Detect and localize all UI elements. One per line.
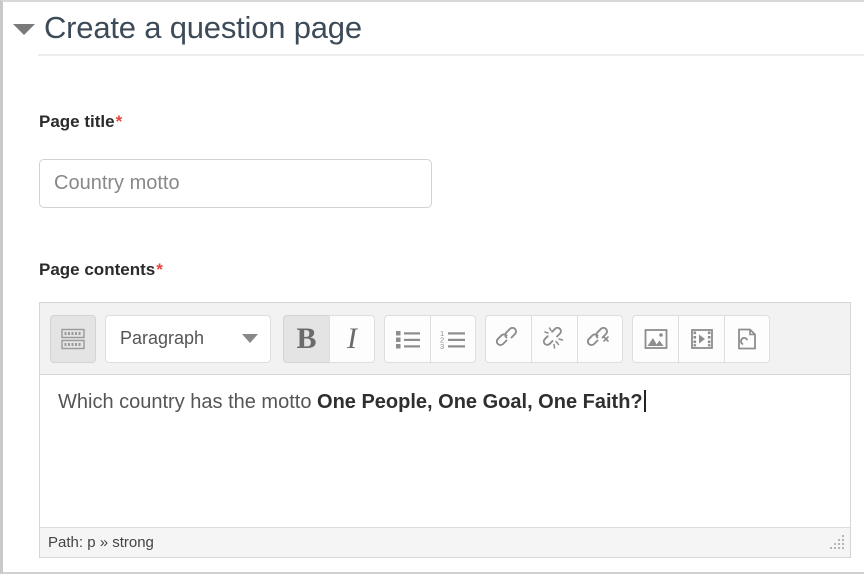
unlink-button[interactable]	[531, 314, 577, 363]
editor-status-bar: Path: p » strong	[40, 527, 850, 557]
page-title-field-label: Page title*	[39, 112, 122, 132]
media-button[interactable]	[678, 314, 724, 363]
italic-button[interactable]: I	[329, 314, 375, 363]
bold-glyph: B	[296, 321, 317, 355]
chevron-down-icon	[242, 334, 258, 343]
editor-paragraph: Which country has the motto One People, …	[58, 389, 832, 416]
anchor-button[interactable]	[577, 314, 623, 363]
resize-grip-icon[interactable]	[825, 532, 847, 554]
svg-text:3: 3	[440, 342, 444, 350]
numbered-list-icon: 1 2 3	[440, 329, 465, 350]
form-section-panel: Create a question page Page title* Page …	[0, 0, 864, 574]
required-asterisk: *	[115, 112, 123, 131]
image-button[interactable]	[632, 314, 678, 363]
bold-button[interactable]: B	[283, 314, 329, 363]
show-more-buttons-button[interactable]	[50, 314, 96, 363]
page-title-input[interactable]	[39, 159, 432, 208]
text-style-group: B I	[283, 314, 375, 363]
show-more-buttons-icon	[61, 328, 85, 349]
bullet-list-icon	[395, 330, 420, 348]
page-title-label-text: Page title	[39, 112, 115, 131]
page-title: Create a question page	[44, 9, 362, 45]
link-icon	[495, 326, 517, 346]
editor-content-area[interactable]: Which country has the motto One People, …	[40, 375, 850, 527]
format-select[interactable]: Paragraph	[105, 314, 271, 363]
list-group: 1 2 3	[384, 314, 476, 363]
editor-text-bold: One People, One Goal, One Faith?	[317, 391, 643, 413]
anchor-icon	[587, 326, 609, 346]
media-icon	[690, 328, 713, 349]
media-group	[632, 314, 770, 363]
editor-toolbar: Paragraph B I 1 2 3	[40, 303, 850, 375]
bullet-list-button[interactable]	[384, 314, 430, 363]
numbered-list-button[interactable]: 1 2 3	[430, 314, 476, 363]
triangle-down-icon[interactable]	[13, 23, 35, 35]
unlink-icon	[542, 326, 563, 349]
page-contents-label-text: Page contents	[39, 260, 156, 279]
link-group	[485, 314, 623, 363]
rich-text-editor: Paragraph B I 1 2 3 Which country has th…	[39, 302, 851, 558]
image-icon	[644, 328, 667, 349]
format-select-value: Paragraph	[120, 328, 205, 348]
header-divider	[38, 54, 864, 56]
text-cursor	[643, 390, 646, 412]
element-path: Path: p » strong	[48, 534, 154, 551]
page-contents-field-label: Page contents*	[39, 260, 163, 280]
editor-text-plain: Which country has the motto	[58, 391, 318, 413]
manage-files-button[interactable]	[724, 314, 770, 363]
section-header[interactable]: Create a question page	[13, 4, 362, 50]
required-asterisk: *	[156, 260, 163, 279]
file-manager-icon	[738, 328, 756, 349]
italic-glyph: I	[347, 321, 357, 355]
link-button[interactable]	[485, 314, 531, 363]
